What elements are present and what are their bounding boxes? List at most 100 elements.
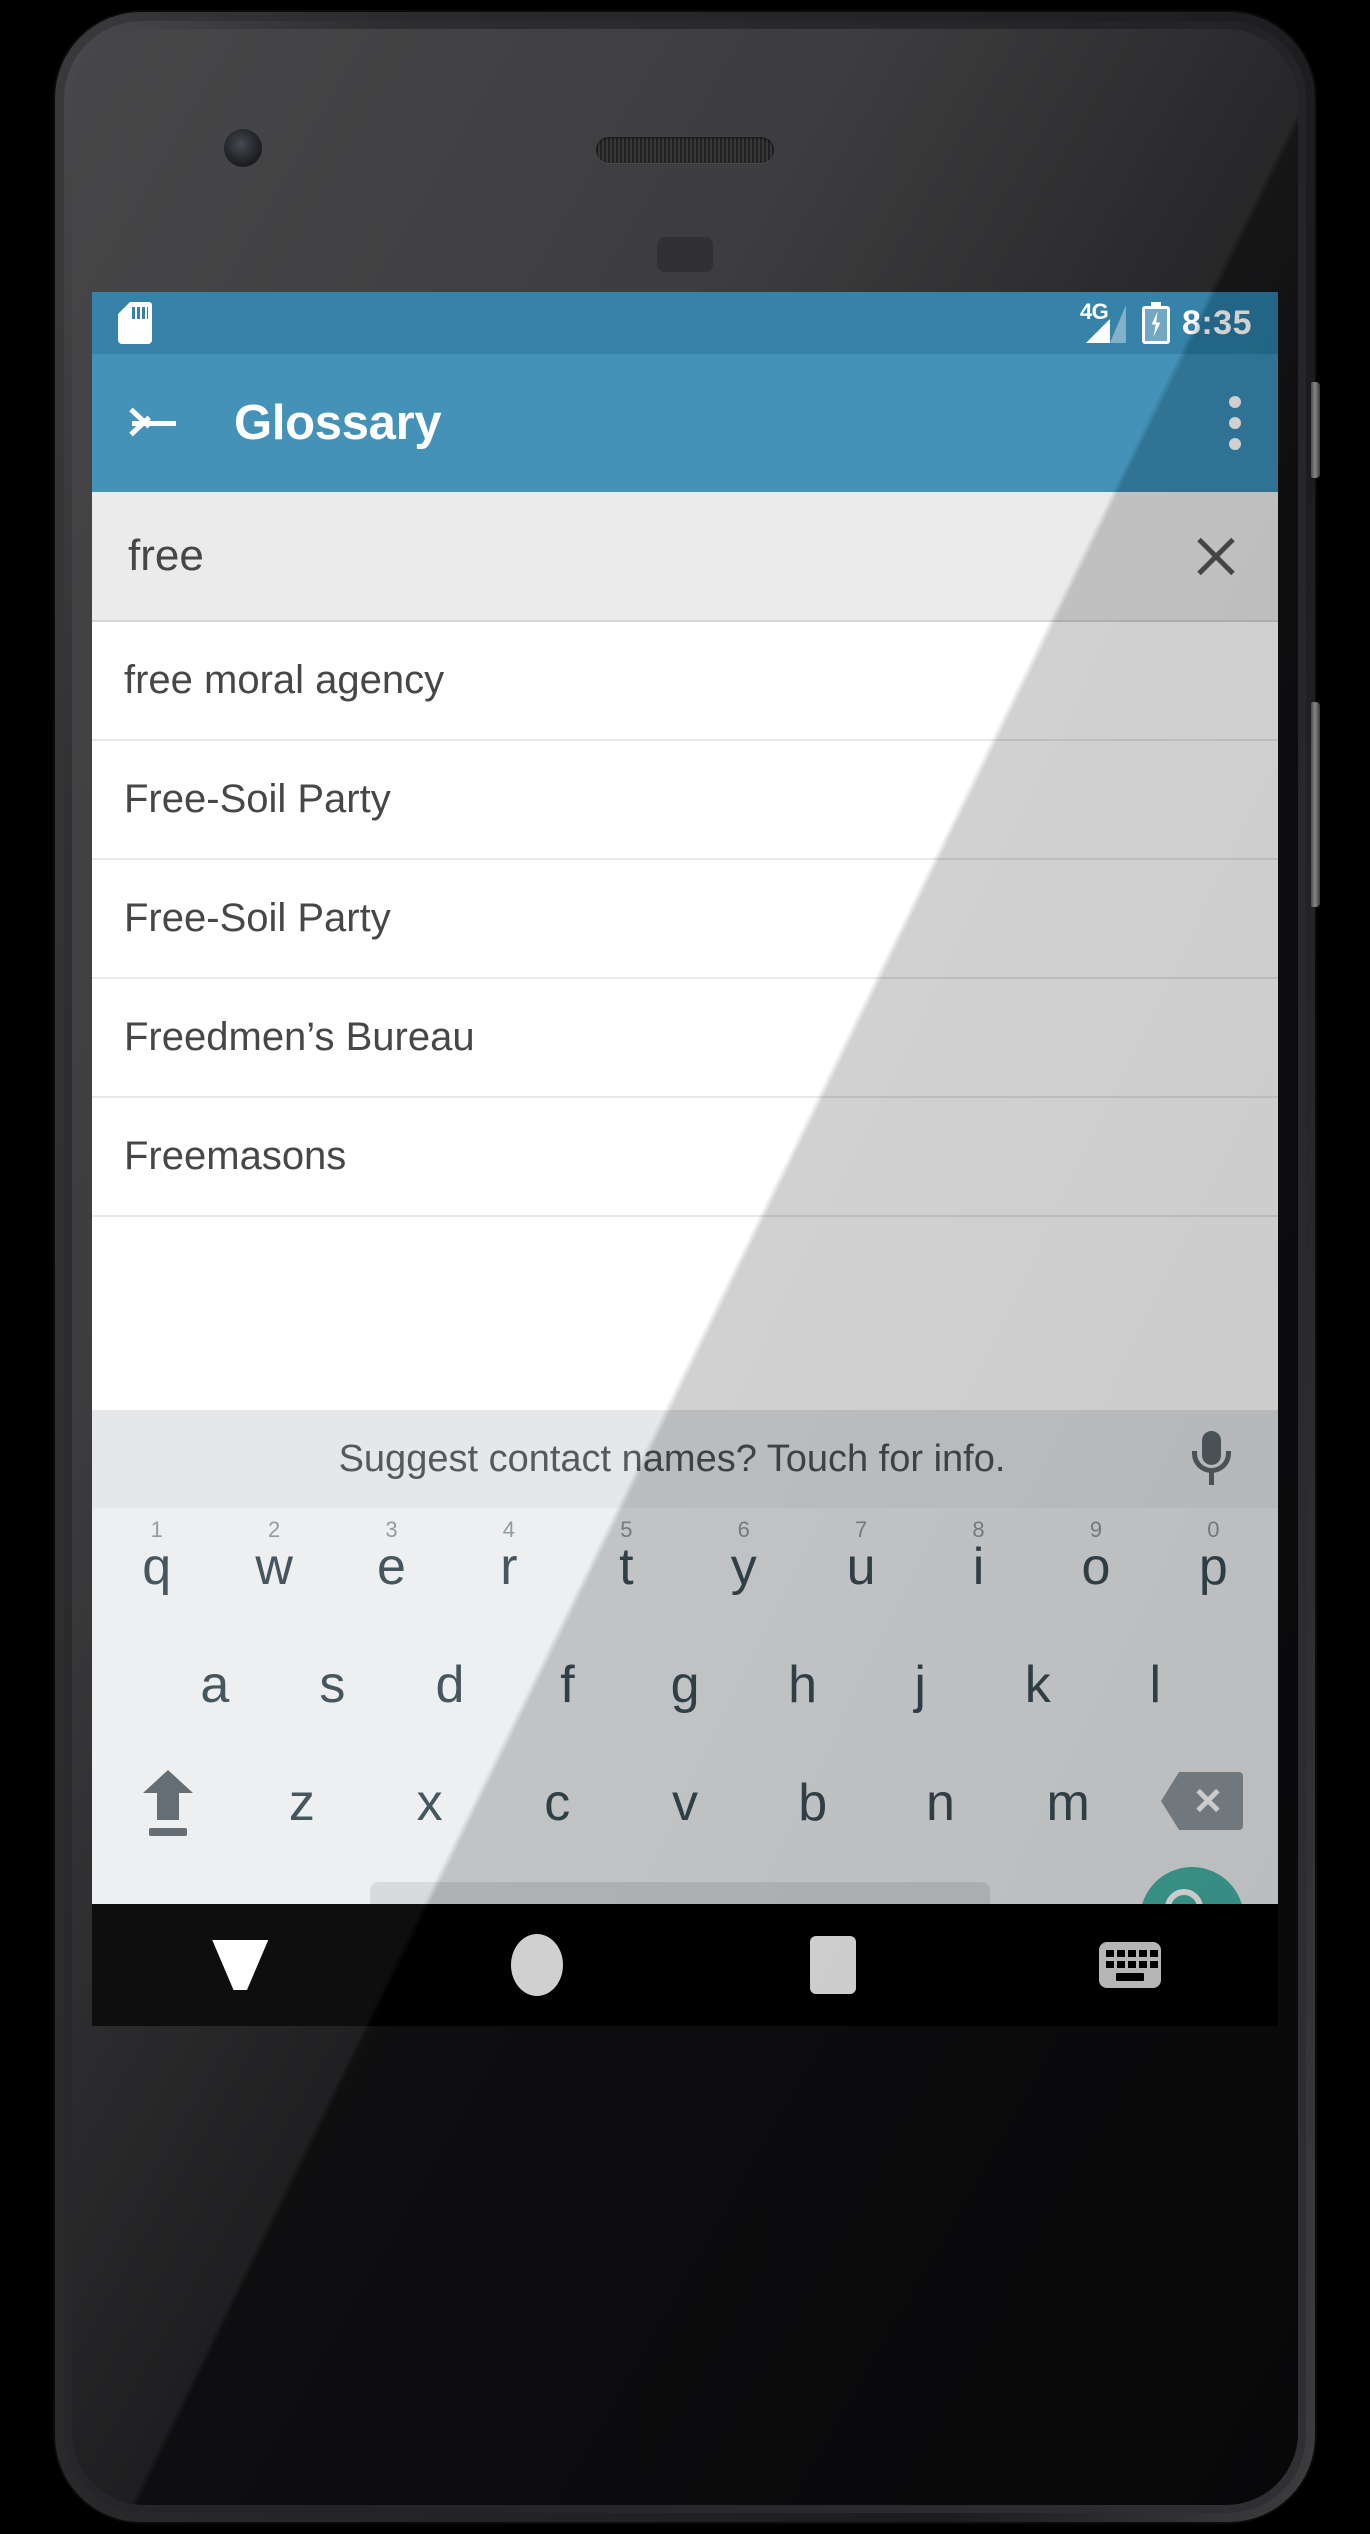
key-h[interactable]: h [744,1626,862,1744]
key-label: q [142,1538,172,1596]
list-item[interactable]: Freedmen’s Bureau [92,979,1278,1098]
dismiss-keyboard-icon[interactable] [212,1940,269,1990]
status-bar: 4G 8:35 [92,292,1278,354]
key-f[interactable]: f [509,1626,627,1744]
key-digit: 6 [737,1517,750,1542]
key-w[interactable]: 2w [215,1508,332,1626]
key-u[interactable]: 7u [802,1508,919,1626]
key-s[interactable]: s [274,1626,392,1744]
key-digit: 2 [267,1517,281,1542]
back-arrow-icon[interactable] [126,395,182,451]
earpiece-speaker [596,137,774,163]
key-digit: 9 [1089,1517,1103,1542]
home-icon[interactable] [510,1934,563,1996]
key-v[interactable]: v [621,1744,749,1862]
android-navigation-bar [92,1904,1278,2026]
keyboard-switcher-key-dot [1127,1961,1136,1968]
search-results-list: free moral agency Free-Soil Party Free-S… [92,622,1278,1217]
key-digit: 4 [502,1517,516,1542]
key-r[interactable]: 4r [450,1508,567,1626]
list-item[interactable]: free moral agency [92,622,1278,741]
recents-icon[interactable] [810,1936,857,1994]
phone-device-frame: 4G 8:35 Glossary free free moral agency … [55,12,1320,2522]
nav-recents-slot[interactable] [685,1936,982,1994]
list-item[interactable]: Free-Soil Party [92,860,1278,979]
key-y[interactable]: 6y [685,1508,802,1626]
microphone-icon[interactable] [1188,1429,1234,1489]
key-label: e [377,1538,406,1596]
key-z[interactable]: z [238,1744,366,1862]
key-label: w [255,1538,293,1596]
overflow-menu-icon[interactable] [1226,396,1244,450]
page-title: Glossary [234,396,442,450]
volume-button[interactable] [1311,702,1320,907]
key-digit: 7 [855,1517,868,1542]
list-item[interactable]: Free-Soil Party [92,741,1278,860]
keyboard-switcher-key-dot [1116,1950,1125,1957]
sd-card-icon [118,302,152,344]
key-t[interactable]: 5t [568,1508,685,1626]
key-label: i [972,1538,985,1596]
key-a[interactable]: a [156,1626,274,1744]
key-m[interactable]: m [1004,1744,1132,1862]
keyboard-switcher-key-dot [1138,1950,1147,1957]
app-bar: Glossary [92,354,1278,492]
search-input[interactable]: free [128,531,204,581]
key-p[interactable]: 0p [1155,1508,1272,1626]
keyboard-row-2: a s d f g h j k l [92,1626,1278,1744]
list-item[interactable]: Freemasons [92,1098,1278,1217]
key-label: o [1081,1538,1111,1596]
key-label: y [730,1538,757,1596]
key-digit: 3 [385,1517,398,1542]
key-digit: 8 [972,1517,985,1542]
keyboard-switcher-key-dot [1138,1961,1147,1968]
key-x[interactable]: x [366,1744,494,1862]
keyboard-switcher-key-dot [1116,1961,1125,1968]
front-camera [224,129,262,167]
key-label: t [619,1538,634,1596]
key-q[interactable]: 1q [98,1508,215,1626]
keyboard-row-1: 1q 2w 3e 4r 5t 6y 7u 8i 9o 0p [92,1508,1278,1626]
key-j[interactable]: j [861,1626,979,1744]
status-bar-right-group: 4G 8:35 [1079,299,1252,345]
close-icon[interactable] [1190,530,1242,582]
key-digit: 1 [150,1517,163,1542]
battery-charging-icon [1141,302,1170,344]
key-b[interactable]: b [749,1744,877,1862]
key-n[interactable]: n [877,1744,1005,1862]
keyboard-switcher-space-dot [1115,1973,1144,1981]
keyboard-switcher-key-dot [1149,1950,1158,1957]
backspace-icon[interactable] [1132,1744,1272,1862]
phone-screen: 4G 8:35 Glossary free free moral agency … [92,292,1278,2026]
network-type-label: 4G [1079,299,1109,324]
phone-glass-face: 4G 8:35 Glossary free free moral agency … [72,29,1298,2505]
keyboard-switcher-icon[interactable] [1098,1942,1161,1988]
key-digit: 0 [1207,1517,1220,1542]
key-label: u [846,1538,876,1596]
keyboard-switcher-key-dot [1105,1961,1114,1968]
status-bar-clock: 8:35 [1181,303,1252,342]
nav-keyboard-switch-slot[interactable] [982,1942,1279,1988]
key-d[interactable]: d [391,1626,509,1744]
key-label: r [500,1538,518,1596]
key-label: p [1198,1538,1228,1596]
key-digit: 5 [620,1517,633,1542]
key-k[interactable]: k [979,1626,1097,1744]
signal-bars-icon: 4G [1079,299,1130,345]
key-i[interactable]: 8i [920,1508,1037,1626]
keyboard-row-3: z x c v b n m [92,1744,1278,1862]
keyboard-suggestion-strip[interactable]: Suggest contact names? Touch for info. [92,1410,1278,1508]
key-o[interactable]: 9o [1037,1508,1154,1626]
power-button[interactable] [1311,382,1320,478]
shift-key-icon[interactable] [98,1744,238,1862]
key-g[interactable]: g [626,1626,744,1744]
suggestion-text[interactable]: Suggest contact names? Touch for info. [122,1438,1188,1481]
key-l[interactable]: l [1097,1626,1215,1744]
search-bar[interactable]: free [92,492,1278,622]
key-c[interactable]: c [493,1744,621,1862]
nav-back-slot[interactable] [92,1940,389,1990]
keyboard-switcher-key-dot [1105,1950,1114,1957]
key-e[interactable]: 3e [333,1508,450,1626]
keyboard-switcher-key-dot [1149,1961,1158,1968]
nav-home-slot[interactable] [389,1934,686,1996]
